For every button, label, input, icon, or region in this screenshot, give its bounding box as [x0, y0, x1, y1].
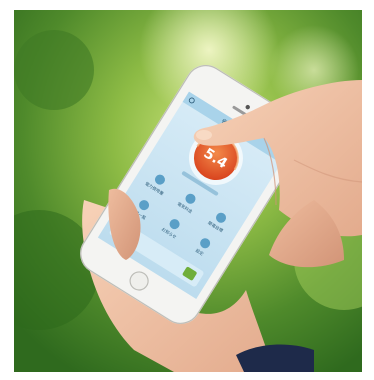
- photo: 省エネ状況 5.4 電力使用量 電気料金 節電目標 機器一覧: [14, 10, 362, 372]
- fingertip: [196, 130, 212, 140]
- bokeh-shadow: [14, 30, 94, 110]
